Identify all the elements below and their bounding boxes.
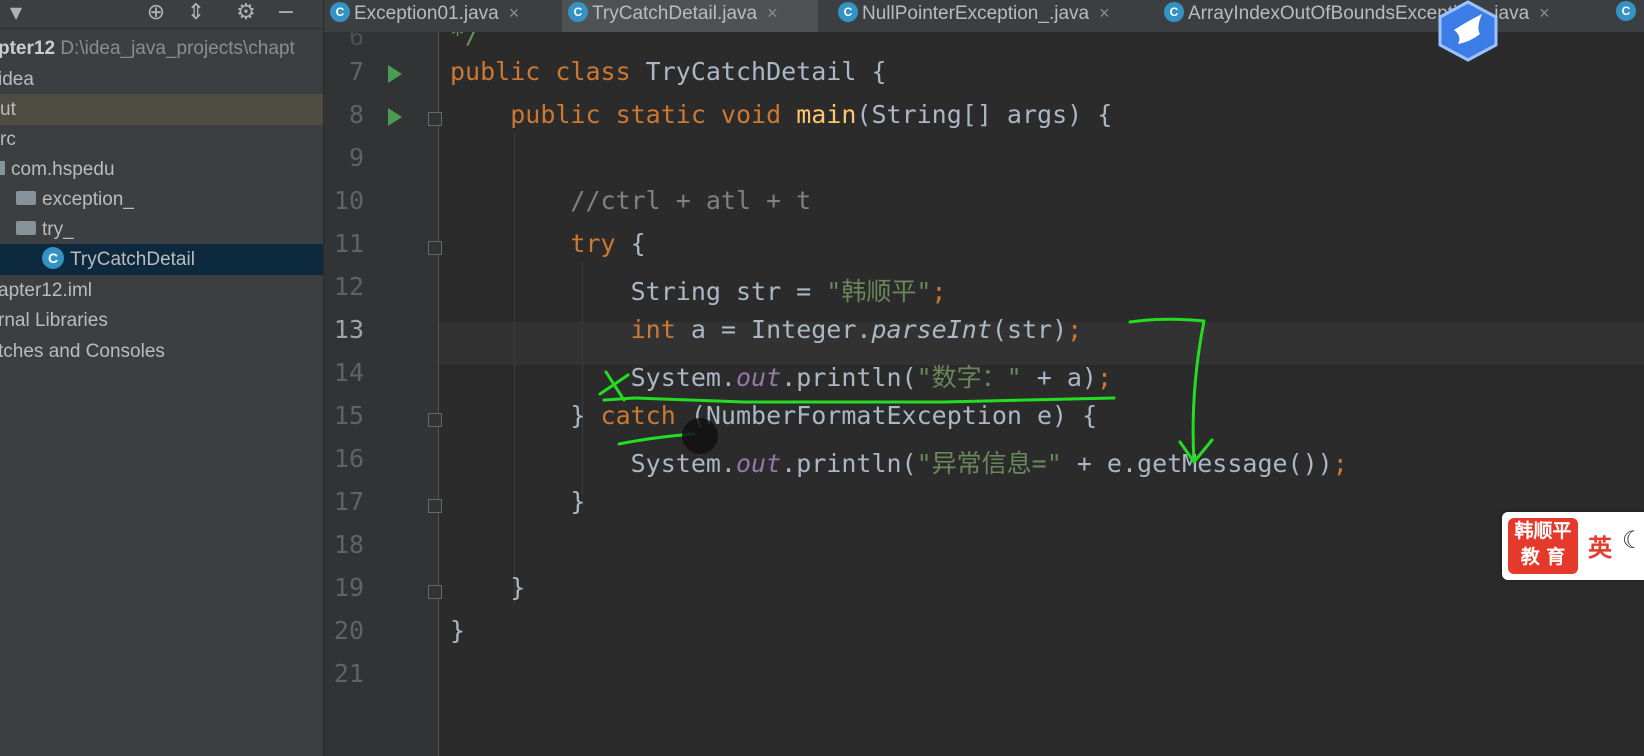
tab-label: NullPointerException_.java	[862, 3, 1090, 24]
tab-label: TryCatchDetail.java	[592, 3, 758, 24]
line-number: 7	[348, 57, 364, 86]
line-number: 6	[348, 32, 364, 51]
tree-item-label: try_	[42, 219, 74, 240]
tree-item-label: tches and Consoles	[0, 341, 165, 362]
line-number: 12	[333, 272, 364, 301]
java-class-icon: C	[42, 246, 64, 269]
tree-item-label: pter12	[0, 38, 56, 59]
java-class-icon: C	[330, 1, 350, 22]
line-number-current: 13	[333, 315, 364, 344]
tree-item-project-root[interactable]: pter12 D:\idea_java_projects\chapt	[0, 33, 321, 64]
fold-marker-icon[interactable]	[428, 241, 442, 255]
code-line-8: public static void main(String[] args) {	[510, 100, 1113, 129]
code-line-15: } catch (NumberFormatException e) {	[450, 401, 1098, 430]
run-icon[interactable]	[388, 65, 402, 83]
annotation-overlay	[598, 317, 1214, 464]
line-number: 20	[333, 616, 364, 645]
catch-underline-stroke	[617, 432, 696, 446]
code-line-16: System.out.println("异常信息=" + e.getMessag…	[450, 449, 1348, 478]
tab-trycatchdetail[interactable]: C TryCatchDetail.java ×	[562, 0, 818, 32]
tree-item-src[interactable]: rc	[0, 124, 323, 155]
package-icon	[0, 160, 5, 175]
code-line-20: }	[450, 616, 466, 645]
tree-item-out[interactable]: ut	[0, 94, 323, 125]
tree-item-label: ut	[0, 99, 16, 120]
java-class-icon: C	[838, 1, 858, 22]
code-line-17: }	[450, 487, 586, 516]
code-line-19: }	[450, 573, 526, 602]
fold-marker-icon[interactable]	[428, 112, 442, 126]
line-number: 11	[333, 229, 364, 258]
project-panel: ▼ ⊕ ⇕ ⚙ − pter12 D:\idea_java_projects\c…	[0, 0, 324, 756]
java-class-icon: C	[568, 1, 588, 22]
tree-item-external-libraries[interactable]: rnal Libraries	[0, 305, 321, 336]
folder-icon	[16, 220, 36, 235]
fold-marker-icon[interactable]	[428, 413, 442, 427]
line-number: 21	[333, 659, 364, 688]
code-line-14: System.out.println("数字：" + a);	[450, 363, 1113, 392]
line-number: 16	[333, 444, 364, 473]
tree-item-label: apter12.iml	[0, 280, 92, 301]
project-panel-toolbar: ▼ ⊕ ⇕ ⚙ −	[0, 0, 323, 29]
code-line-10: //ctrl + atl + t	[450, 186, 812, 215]
code-line-11: try {	[570, 229, 646, 258]
minimize-icon[interactable]: −	[272, 0, 300, 28]
line-number: 14	[333, 358, 364, 387]
brand-subtitle: 教 育	[1520, 546, 1566, 568]
tree-item-iml[interactable]: apter12.iml	[0, 275, 321, 306]
tree-item-idea[interactable]: idea	[0, 64, 321, 95]
tree-item-label: rc	[0, 129, 16, 150]
gear-icon[interactable]: ⚙	[232, 0, 260, 28]
tree-item-label: rnal Libraries	[0, 310, 108, 331]
tab-nullpointerexception[interactable]: C NullPointerException_.java ×	[832, 0, 1144, 32]
fold-marker-icon[interactable]	[428, 585, 442, 599]
tree-item-label: TryCatchDetail	[70, 249, 195, 270]
tree-item-package[interactable]: com.hspedu	[0, 154, 319, 185]
code-line-6: */	[450, 32, 481, 49]
folder-icon	[16, 190, 36, 205]
close-icon[interactable]: ×	[1539, 3, 1550, 23]
tree-item-try-folder[interactable]: try_	[16, 214, 323, 245]
tab-label: Exception01.java	[354, 3, 499, 24]
code-editor[interactable]: 6 7 8 9 10 11 12 13 14 15 16 17 18 19 20…	[324, 32, 1644, 756]
language-toggle[interactable]: 英	[1588, 528, 1612, 563]
line-number: 18	[333, 530, 364, 559]
line-number: 8	[348, 100, 364, 129]
tree-item-label: com.hspedu	[11, 159, 115, 180]
brand-name: 韩顺平	[1514, 520, 1572, 542]
tree-item-label: exception_	[42, 189, 134, 210]
line-number: 15	[333, 401, 364, 430]
dropdown-chevron-icon[interactable]: ▼	[2, 0, 30, 28]
line-number: 9	[348, 143, 364, 172]
line-number: 17	[333, 487, 364, 516]
bird-logo-icon	[1438, 0, 1498, 62]
line-number: 19	[333, 573, 364, 602]
close-icon[interactable]: ×	[1099, 3, 1110, 23]
collapse-all-icon[interactable]: ⇕	[182, 0, 210, 28]
tree-item-exception-folder[interactable]: exception_	[16, 184, 323, 215]
fold-marker-icon[interactable]	[428, 499, 442, 513]
run-icon[interactable]	[388, 108, 402, 126]
line-number: 10	[333, 186, 364, 215]
tree-item-label: idea	[0, 69, 34, 90]
close-icon[interactable]: ×	[509, 3, 520, 23]
java-class-icon: C	[1616, 0, 1636, 21]
code-line-13: int a = Integer.parseInt(str);	[630, 315, 1083, 344]
tree-item-scratches[interactable]: tches and Consoles	[0, 336, 321, 367]
editor-gutter: 6 7 8 9 10 11 12 13 14 15 16 17 18 19 20…	[324, 32, 442, 756]
tree-item-trycatchdetail[interactable]: C TryCatchDetail	[0, 244, 323, 275]
project-path: D:\idea_java_projects\chapt	[60, 38, 295, 59]
locate-target-icon[interactable]: ⊕	[142, 0, 170, 28]
brand-widget[interactable]: 韩顺平 教 育 英 ☾	[1502, 512, 1644, 580]
code-line-7: public class TryCatchDetail {	[450, 57, 887, 86]
close-icon[interactable]: ×	[767, 3, 778, 23]
tab-arrayindexoutofbounds[interactable]: C ArrayIndexOutOfBoundsException_.java ×	[1158, 0, 1598, 32]
tab-exception01[interactable]: C Exception01.java ×	[324, 0, 546, 32]
moon-icon[interactable]: ☾	[1622, 526, 1644, 554]
brand-badge: 韩顺平 教 育	[1508, 518, 1578, 574]
java-class-icon: C	[1164, 1, 1184, 22]
code-line-12: String str = "韩顺平";	[450, 277, 947, 306]
tab-overflow[interactable]: C	[1610, 0, 1644, 32]
